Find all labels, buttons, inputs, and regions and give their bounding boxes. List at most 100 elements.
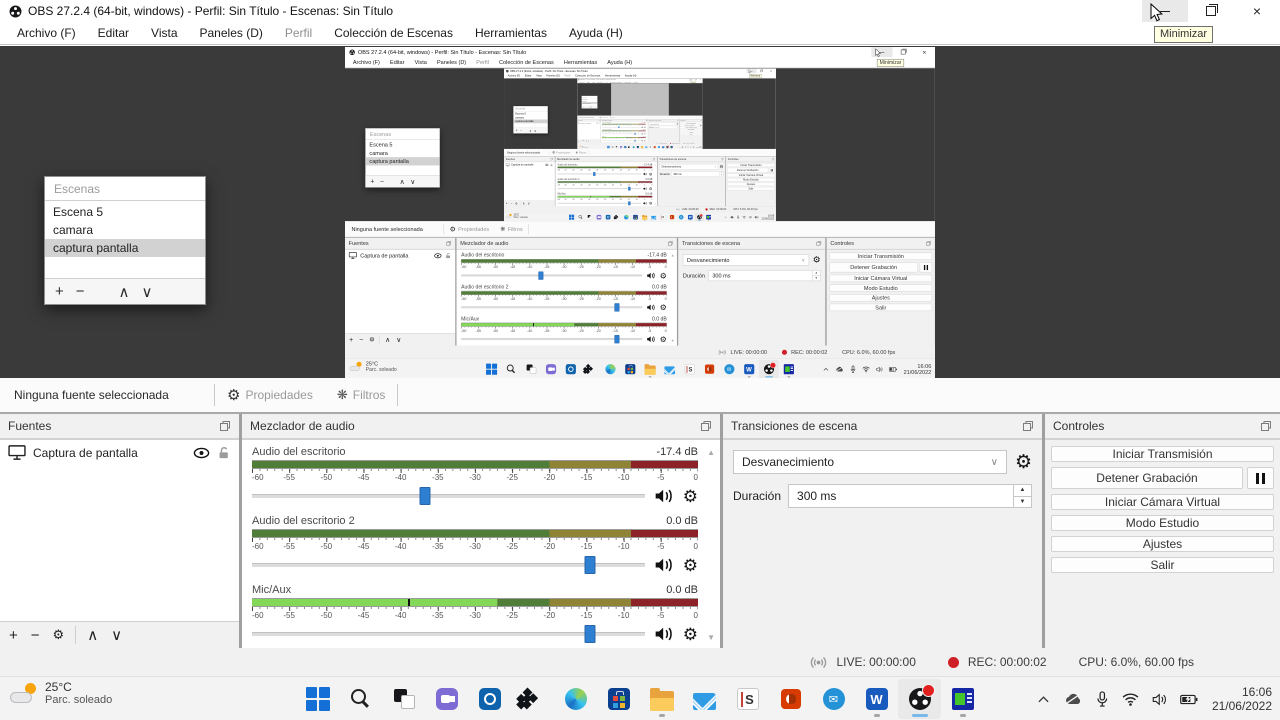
studio-mode-button[interactable]: Modo Estudio (1051, 515, 1274, 531)
channel-settings-gear-icon[interactable]: ⚙ (683, 557, 698, 574)
minimize-button[interactable] (1142, 0, 1188, 22)
visibility-eye-icon[interactable] (193, 447, 210, 459)
volume-slider-handle[interactable] (419, 487, 430, 505)
photoscape-button[interactable]: S (726, 679, 769, 719)
volume-slider[interactable] (252, 563, 645, 567)
weather-widget[interactable]: 25°C Parc. soleado (10, 681, 112, 707)
remove-source-button[interactable]: − (31, 627, 40, 644)
source-item-captura[interactable]: Captura de pantalla (0, 440, 239, 465)
move-scene-up-button[interactable]: ∧ (119, 283, 130, 301)
hidden-icons-chevron[interactable] (1032, 685, 1056, 713)
volume-icon[interactable] (1148, 685, 1172, 713)
speaker-icon[interactable] (654, 487, 674, 505)
sources-list: Captura de pantalla (504, 162, 555, 200)
battery-icon[interactable] (1177, 685, 1201, 713)
menu-ayuda[interactable]: Ayuda (H) (558, 22, 634, 44)
stop-recording-button: Detener Grabación (829, 262, 917, 272)
menu-editar[interactable]: Editar (87, 22, 140, 44)
pause-recording-button[interactable] (1247, 467, 1274, 489)
restore-icon (901, 50, 906, 55)
msi-afterburner-button[interactable] (941, 679, 984, 719)
volume-slider-handle[interactable] (584, 625, 595, 643)
add-source-button[interactable]: + (9, 627, 18, 644)
menu-paneles[interactable]: Paneles (D) (189, 22, 274, 44)
remove-scene-button[interactable]: − (76, 283, 85, 300)
volume-slider[interactable] (252, 494, 645, 498)
popout-dock-icon[interactable] (1260, 420, 1272, 432)
mixer-scroll-down-icon[interactable]: ▼ (707, 633, 715, 642)
battery-icon (887, 363, 898, 376)
taskbar-clock[interactable]: 16:06 21/06/2022 (1212, 685, 1272, 713)
speaker-icon[interactable] (654, 556, 674, 574)
exit-button[interactable]: Salir (1051, 557, 1274, 573)
channel-settings-gear-icon[interactable]: ⚙ (683, 626, 698, 643)
edge-button[interactable] (554, 679, 597, 719)
lock-icon (550, 163, 553, 166)
search-button[interactable] (339, 679, 382, 719)
channel-settings-gear-icon[interactable]: ⚙ (683, 488, 698, 505)
edge-button (622, 213, 631, 221)
word-button[interactable]: W (855, 679, 898, 719)
start-button[interactable] (296, 679, 339, 719)
scene-item-camara[interactable]: camara (45, 221, 205, 239)
word-icon: W (866, 688, 888, 710)
stop-recording-button[interactable]: Detener Grabación (1051, 467, 1243, 489)
mail-button[interactable] (683, 679, 726, 719)
dropbox-button[interactable] (511, 679, 554, 719)
menu-herramientas[interactable]: Herramientas (464, 22, 558, 44)
scene-item-escena5[interactable]: Escena 5 (45, 203, 205, 221)
start-virtual-camera-button[interactable]: Iniciar Cámara Virtual (1051, 494, 1274, 510)
start-streaming-button[interactable]: Iniciar Transmisión (1051, 446, 1274, 462)
add-scene-button[interactable]: + (55, 283, 64, 300)
mixer-body: ▲ ▼ Audio del escritorio -17.4 dB -60-55… (555, 162, 657, 206)
screen-recorder-button[interactable] (468, 679, 511, 719)
microphone-icon[interactable] (1090, 685, 1114, 713)
close-button[interactable]: × (1234, 0, 1280, 22)
source-properties-gear-icon[interactable]: ⚙ (53, 627, 65, 643)
office-button[interactable] (769, 679, 812, 719)
selected-source-status: Ninguna fuente seleccionada (577, 117, 598, 118)
spin-down-icon[interactable]: ▼ (1014, 497, 1031, 508)
volume-slider[interactable] (252, 632, 645, 636)
popout-dock-icon[interactable] (219, 420, 231, 432)
move-scene-down-button[interactable]: ∨ (142, 283, 153, 301)
wifi-icon[interactable] (1119, 685, 1143, 713)
properties-button[interactable]: ⚙ Propiedades (215, 381, 325, 409)
onedrive-icon[interactable] (1061, 685, 1085, 713)
lock-icon[interactable] (217, 446, 231, 460)
menu-coleccion-escenas[interactable]: Colección de Escenas (323, 22, 464, 44)
move-scene-down-button: ∨ (534, 129, 536, 133)
obs-taskbar-button[interactable] (898, 679, 941, 719)
settings-button[interactable]: Ajustes (1051, 536, 1274, 552)
duration-spinbox[interactable]: 300 ms ▲ ▼ (788, 484, 1032, 508)
menu-perfil[interactable]: Perfil (274, 22, 323, 44)
add-source-button: + (506, 202, 508, 206)
menu-vista[interactable]: Vista (140, 22, 188, 44)
transition-select[interactable]: Desvanecimiento ∨ (733, 450, 1007, 474)
chat-button[interactable] (425, 679, 468, 719)
scene-item-captura-pantalla[interactable]: captura pantalla (45, 239, 205, 257)
microsoft-store-button[interactable] (597, 679, 640, 719)
popout-dock-icon[interactable] (1022, 420, 1034, 432)
menu-archivo[interactable]: Archivo (F) (6, 22, 87, 44)
speaker-icon (643, 172, 647, 176)
weather-temp: 25°C (45, 681, 112, 694)
restore-button[interactable] (1188, 0, 1234, 22)
spin-up-icon[interactable]: ▲ (1014, 485, 1031, 497)
move-source-up-button[interactable]: ∧ (87, 626, 98, 644)
filters-button[interactable]: ❋ Filtros (325, 381, 398, 409)
rec-time: REC: 00:00:02 (791, 349, 827, 355)
move-source-down-button[interactable]: ∨ (111, 626, 122, 644)
file-explorer-button[interactable] (640, 679, 683, 719)
thunderbird-button[interactable]: ✉ (812, 679, 855, 719)
spin-down-icon: ▼ (677, 127, 679, 128)
task-view-button[interactable] (382, 679, 425, 719)
remove-source-button: − (511, 202, 513, 206)
speaker-icon[interactable] (654, 625, 674, 643)
transition-settings-gear-icon[interactable]: ⚙ (1015, 453, 1032, 472)
mixer-scroll-up-icon[interactable]: ▲ (707, 448, 715, 457)
volume-slider-handle[interactable] (584, 556, 595, 574)
mouse-cursor (875, 48, 881, 57)
popout-dock-icon[interactable] (700, 420, 712, 432)
mouse-cursor (748, 69, 751, 73)
